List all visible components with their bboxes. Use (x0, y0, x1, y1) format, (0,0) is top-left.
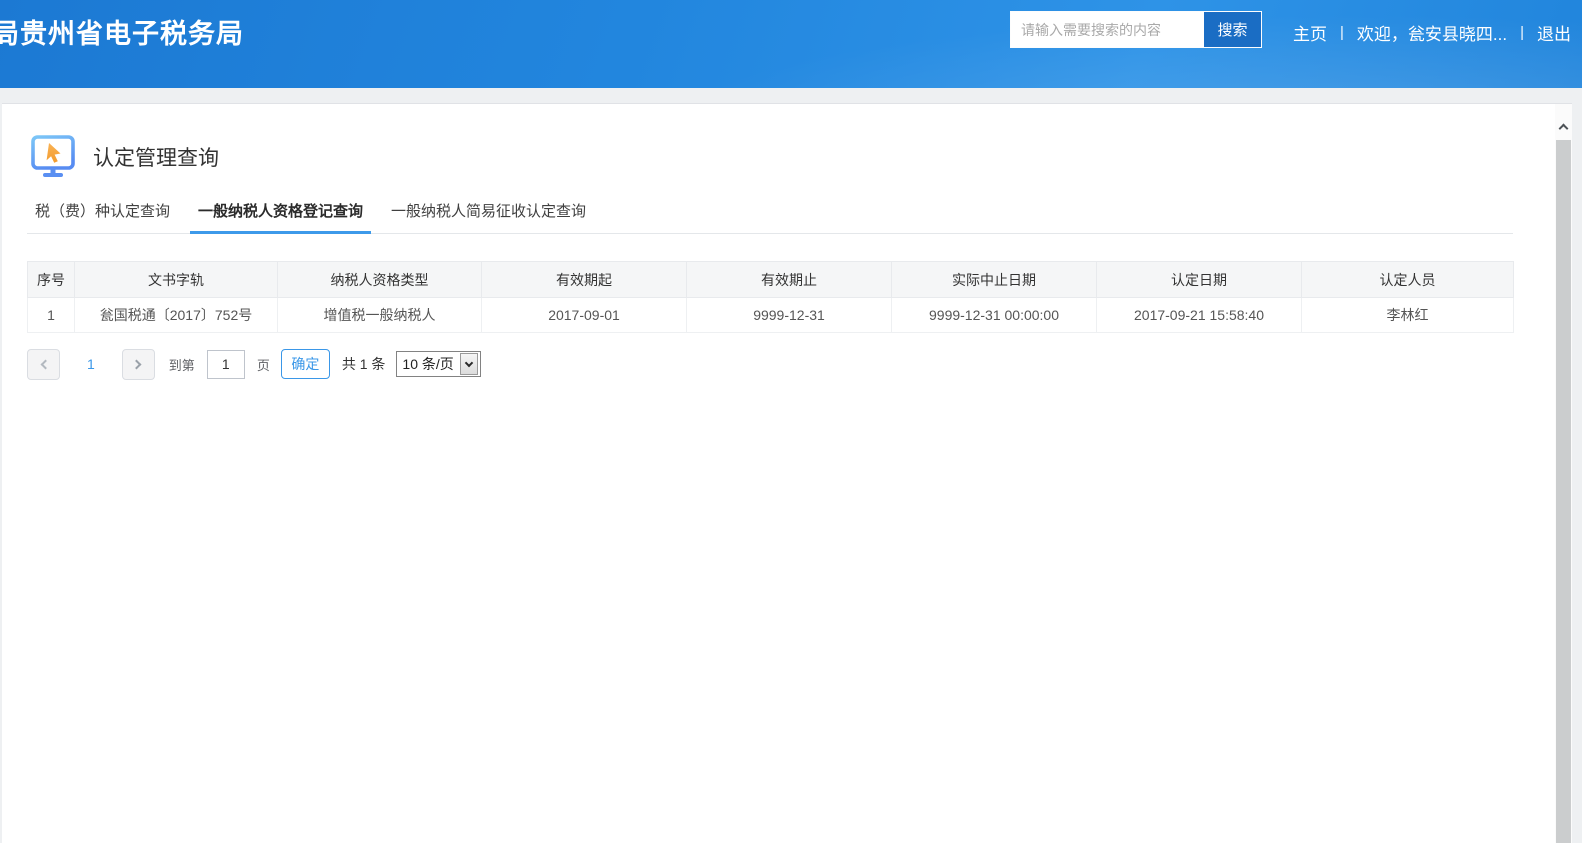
table-cell: 9999-12-31 (687, 298, 892, 333)
vertical-scrollbar[interactable] (1555, 104, 1572, 843)
home-link[interactable]: 主页 (1293, 20, 1327, 45)
page-size-select[interactable]: 10 条/页 (396, 351, 480, 377)
table-header-cell: 认定人员 (1302, 262, 1514, 298)
chevron-down-icon (465, 358, 473, 366)
table-header-cell: 序号 (28, 262, 75, 298)
tab-bar: 税（费）种认定查询 一般纳税人资格登记查询 一般纳税人简易征收认定查询 (27, 200, 1513, 234)
site-title: 局贵州省电子税务局 (0, 12, 244, 51)
total-records-label: 共 1 条 (342, 354, 386, 374)
tab-tax-type-recognition-query[interactable]: 税（费）种认定查询 (27, 200, 178, 233)
search-button[interactable]: 搜索 (1204, 12, 1261, 47)
nav-separator: | (1340, 24, 1344, 41)
query-results-table: 序号文书字轨纳税人资格类型有效期起有效期止实际中止日期认定日期认定人员 1瓮国税… (27, 261, 1514, 333)
goto-page-suffix-label: 页 (257, 355, 270, 374)
table-body: 1瓮国税通〔2017〕752号增值税一般纳税人2017-09-019999-12… (28, 298, 1514, 333)
page-title-row: 认定管理查询 (27, 134, 1572, 180)
table-header-cell: 实际中止日期 (892, 262, 1097, 298)
confirm-page-button[interactable]: 确定 (281, 349, 330, 379)
scrollbar-up-button[interactable] (1555, 104, 1572, 140)
scrollbar-thumb[interactable] (1556, 140, 1571, 843)
page-title: 认定管理查询 (93, 142, 219, 172)
current-page-number[interactable]: 1 (87, 356, 95, 372)
panel-inner: 认定管理查询 税（费）种认定查询 一般纳税人资格登记查询 一般纳税人简易征收认定… (2, 104, 1572, 380)
table-cell: 2017-09-01 (482, 298, 687, 333)
goto-page-input[interactable] (207, 350, 245, 379)
chevron-up-icon (1559, 124, 1569, 134)
tab-general-taxpayer-registration-query[interactable]: 一般纳税人资格登记查询 (190, 200, 371, 233)
top-header: 局贵州省电子税务局 搜索 主页 | 欢迎，瓮安县晓四... | 退出 (0, 0, 1582, 88)
search-input[interactable] (1011, 12, 1204, 47)
table-header-cell: 有效期起 (482, 262, 687, 298)
table-header-cell: 认定日期 (1097, 262, 1302, 298)
table-cell: 李林红 (1302, 298, 1514, 333)
content-panel: 认定管理查询 税（费）种认定查询 一般纳税人资格登记查询 一般纳税人简易征收认定… (2, 103, 1572, 843)
tab-simple-collection-recognition-query[interactable]: 一般纳税人简易征收认定查询 (383, 200, 594, 233)
top-nav: 主页 | 欢迎，瓮安县晓四... | 退出 (1293, 20, 1571, 45)
table-cell: 瓮国税通〔2017〕752号 (75, 298, 278, 333)
table-header-row: 序号文书字轨纳税人资格类型有效期起有效期止实际中止日期认定日期认定人员 (28, 262, 1514, 298)
table-cell: 增值税一般纳税人 (278, 298, 482, 333)
monitor-cursor-icon (30, 133, 76, 181)
table-header-cell: 文书字轨 (75, 262, 278, 298)
table-cell: 2017-09-21 15:58:40 (1097, 298, 1302, 333)
page-size-value: 10 条/页 (402, 354, 453, 374)
chevron-left-icon (40, 359, 50, 369)
prev-page-button[interactable] (27, 349, 60, 380)
next-page-button[interactable] (122, 349, 155, 380)
welcome-user-text: 欢迎，瓮安县晓四... (1357, 20, 1507, 45)
pagination: 1 到第 页 确定 共 1 条 10 条/页 (27, 348, 1572, 380)
search-group: 搜索 (1010, 11, 1262, 48)
select-arrow-box (460, 353, 478, 375)
table-row: 1瓮国税通〔2017〕752号增值税一般纳税人2017-09-019999-12… (28, 298, 1514, 333)
nav-separator: | (1520, 24, 1524, 41)
table-header-cell: 有效期止 (687, 262, 892, 298)
chevron-right-icon (132, 359, 142, 369)
logout-link[interactable]: 退出 (1537, 20, 1571, 45)
table-head: 序号文书字轨纳税人资格类型有效期起有效期止实际中止日期认定日期认定人员 (28, 262, 1514, 298)
table-cell: 1 (28, 298, 75, 333)
table-header-cell: 纳税人资格类型 (278, 262, 482, 298)
goto-page-prefix-label: 到第 (169, 355, 195, 374)
table-cell: 9999-12-31 00:00:00 (892, 298, 1097, 333)
